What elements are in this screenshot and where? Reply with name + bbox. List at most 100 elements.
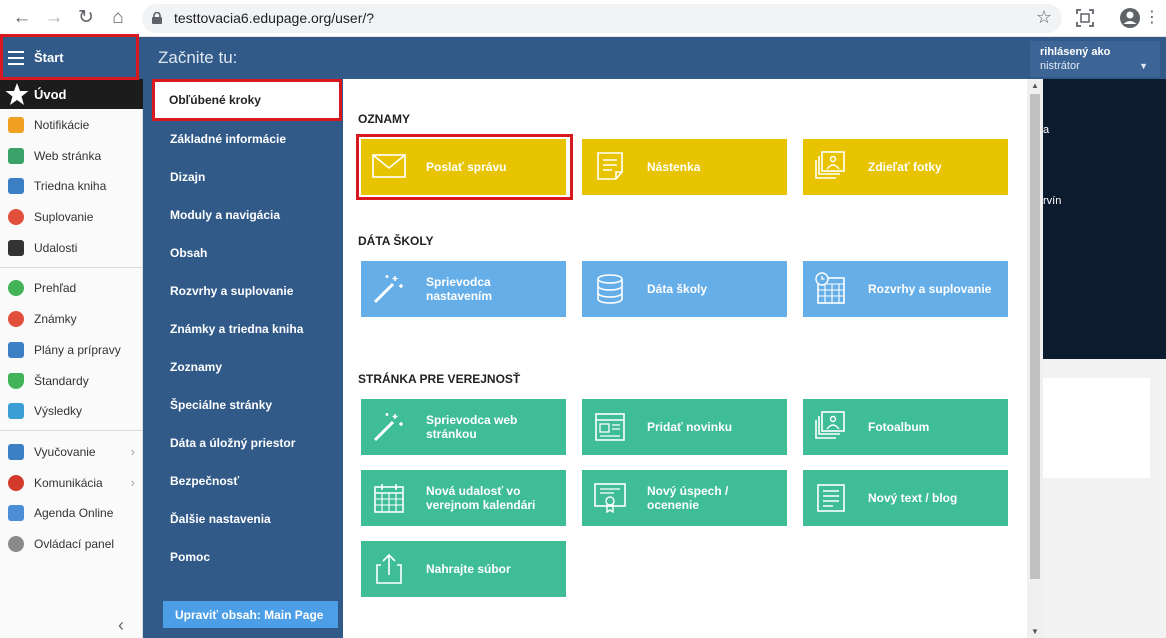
chevron-right-icon: ›: [130, 475, 135, 490]
section-title-oznamy: OZNAMY: [358, 112, 410, 126]
address-bar[interactable]: testtovacia6.edupage.org/user/? ☆: [142, 4, 1062, 33]
highlight-favorite: [152, 79, 342, 121]
bookmark-star-icon[interactable]: ☆: [1036, 7, 1052, 28]
scroll-up-icon[interactable]: ▲: [1031, 81, 1039, 90]
browser-toolbar: ← → ↻ ⌂ testtovacia6.edupage.org/user/? …: [0, 0, 1166, 37]
upload-icon: [376, 553, 402, 584]
tile-sprievodca-nastavenim[interactable]: Sprievodca nastavením: [361, 261, 566, 317]
screen-capture-icon[interactable]: [1076, 9, 1094, 27]
profile-icon[interactable]: [1119, 7, 1141, 29]
highlight-start: [0, 34, 139, 80]
menu-item[interactable]: Známky a triedna kniha: [170, 322, 303, 336]
menu-dots-icon[interactable]: ⋮: [1140, 6, 1164, 30]
user-menu[interactable]: rihlásený ako nistrátor ▼: [1030, 41, 1160, 77]
collapse-sidebar-icon[interactable]: ‹: [118, 615, 124, 636]
main-scrollbar[interactable]: ▲ ▼: [1027, 79, 1043, 638]
tile-label: Nový úspech / ocenenie: [647, 484, 729, 512]
briefcase-icon: [8, 342, 24, 358]
sidebar-item-label: Plány a prípravy: [34, 343, 121, 357]
note-board-icon: [597, 152, 623, 180]
open-book-icon: [8, 444, 24, 460]
sidebar-item-label: Web stránka: [34, 149, 102, 163]
background-page-dark: a rvín: [1043, 79, 1166, 359]
menu-item[interactable]: Bezpečnosť: [170, 474, 239, 488]
tile-label: Sprievodca nastavením: [426, 275, 493, 303]
tile-fotoalbum[interactable]: Fotoalbum: [803, 399, 1008, 455]
check-circle-icon: [8, 280, 24, 296]
menu-item[interactable]: Základné informácie: [170, 132, 286, 146]
sidebar-item-label: Suplovanie: [34, 210, 94, 224]
tile-label: Nový text / blog: [868, 491, 958, 505]
menu-item[interactable]: Dáta a úložný priestor: [170, 436, 295, 450]
menu-item[interactable]: Špeciálne stránky: [170, 398, 272, 412]
lock-icon: [152, 12, 162, 24]
tile-zdielat-fotky[interactable]: Zdieľať fotky: [803, 139, 1008, 195]
sidebar-item-label: Výsledky: [34, 404, 83, 418]
tile-data-skoly[interactable]: Dáta školy: [582, 261, 787, 317]
menu-item[interactable]: Dizajn: [170, 170, 205, 184]
sidebar-item-label: Komunikácia: [34, 476, 103, 490]
sidebar-item-suplovanie[interactable]: Suplovanie: [0, 202, 143, 232]
menu-item[interactable]: Obsah: [170, 246, 207, 260]
tile-nastenka[interactable]: Nástenka: [582, 139, 787, 195]
photos-icon: [815, 411, 845, 439]
tile-pridat-novinku[interactable]: Pridať novinku: [582, 399, 787, 455]
tile-nahrajte-subor[interactable]: Nahrajte súbor: [361, 541, 566, 597]
calendar-icon: [374, 484, 404, 513]
tile-nova-udalost[interactable]: Nová udalosť vo verejnom kalendári: [361, 470, 566, 526]
grades-icon: [8, 311, 24, 327]
book-icon: [8, 178, 24, 194]
document-text-icon: [817, 484, 845, 512]
sidebar-item-label: Notifikácie: [34, 118, 90, 132]
sidebar-item-udalosti[interactable]: Udalosti: [0, 233, 143, 263]
menu-item[interactable]: Moduly a navigácia: [170, 208, 280, 222]
sidebar-item-notifikacie[interactable]: Notifikácie: [0, 110, 143, 140]
sidebar-item-prehlad[interactable]: Prehľad: [0, 273, 143, 303]
tile-label: Zdieľať fotky: [868, 160, 942, 174]
calendar-icon: [8, 240, 24, 256]
scrollbar-thumb[interactable]: [1030, 94, 1040, 579]
menu-item[interactable]: Rozvrhy a suplovanie: [170, 284, 293, 298]
main-header: Začnite tu:: [158, 37, 1166, 79]
sidebar-item-web-stranka[interactable]: Web stránka: [0, 141, 143, 171]
edit-content-label: Upraviť obsah: Main Page: [175, 608, 324, 622]
tile-label: Rozvrhy a suplovanie: [868, 282, 992, 296]
menu-item[interactable]: Pomoc: [170, 550, 210, 564]
person-icon: [8, 209, 24, 225]
menu-item[interactable]: Ďalšie nastavenia: [170, 512, 271, 526]
sidebar-item-vyucovanie[interactable]: Vyučovanie ›: [0, 437, 143, 467]
sidebar-item-agenda-online[interactable]: Agenda Online: [0, 498, 143, 528]
tile-label: Nová udalosť vo verejnom kalendári: [426, 484, 536, 512]
back-arrow-icon[interactable]: ←: [10, 6, 34, 30]
edit-content-button[interactable]: Upraviť obsah: Main Page: [163, 601, 338, 628]
scroll-down-icon[interactable]: ▼: [1031, 627, 1039, 636]
sidebar-item-ovladaci-panel[interactable]: Ovládací panel: [0, 529, 143, 559]
chevron-down-icon: ▼: [1139, 61, 1148, 71]
sidebar-item-label: Prehľad: [34, 281, 77, 295]
chat-bubbles-icon: [8, 475, 24, 491]
forward-arrow-icon[interactable]: →: [42, 6, 66, 30]
newspaper-icon: [595, 413, 625, 441]
star-icon: [5, 83, 29, 105]
bar-chart-icon: [8, 403, 24, 419]
tile-novy-text-blog[interactable]: Nový text / blog: [803, 470, 1008, 526]
tile-novy-uspech[interactable]: Nový úspech / ocenenie: [582, 470, 787, 526]
sidebar-item-triedna-kniha[interactable]: Triedna kniha: [0, 171, 143, 201]
database-icon: [597, 274, 623, 304]
url-text: testtovacia6.edupage.org/user/?: [174, 10, 375, 26]
tile-sprievodca-web-strankou[interactable]: Sprievodca web stránkou: [361, 399, 566, 455]
sidebar-item-znamky[interactable]: Známky: [0, 304, 143, 334]
reload-icon[interactable]: ↻: [74, 6, 98, 30]
tile-rozvrhy-a-suplovanie[interactable]: Rozvrhy a suplovanie: [803, 261, 1008, 317]
home-icon[interactable]: ⌂: [106, 6, 130, 30]
sidebar-item-komunikacia[interactable]: Komunikácia ›: [0, 468, 143, 498]
sidebar-item-vysledky[interactable]: Výsledky: [0, 396, 143, 426]
sidebar-item-standardy[interactable]: Štandardy: [0, 366, 143, 396]
header-title: Začnite tu:: [158, 48, 238, 67]
tile-label: Pridať novinku: [647, 420, 733, 434]
menu-item[interactable]: Zoznamy: [170, 360, 222, 374]
tile-label: Nástenka: [647, 160, 701, 174]
pen-icon: [8, 505, 24, 521]
sidebar-item-plany[interactable]: Plány a prípravy: [0, 335, 143, 365]
sidebar-item-uvod[interactable]: Úvod: [0, 79, 143, 109]
